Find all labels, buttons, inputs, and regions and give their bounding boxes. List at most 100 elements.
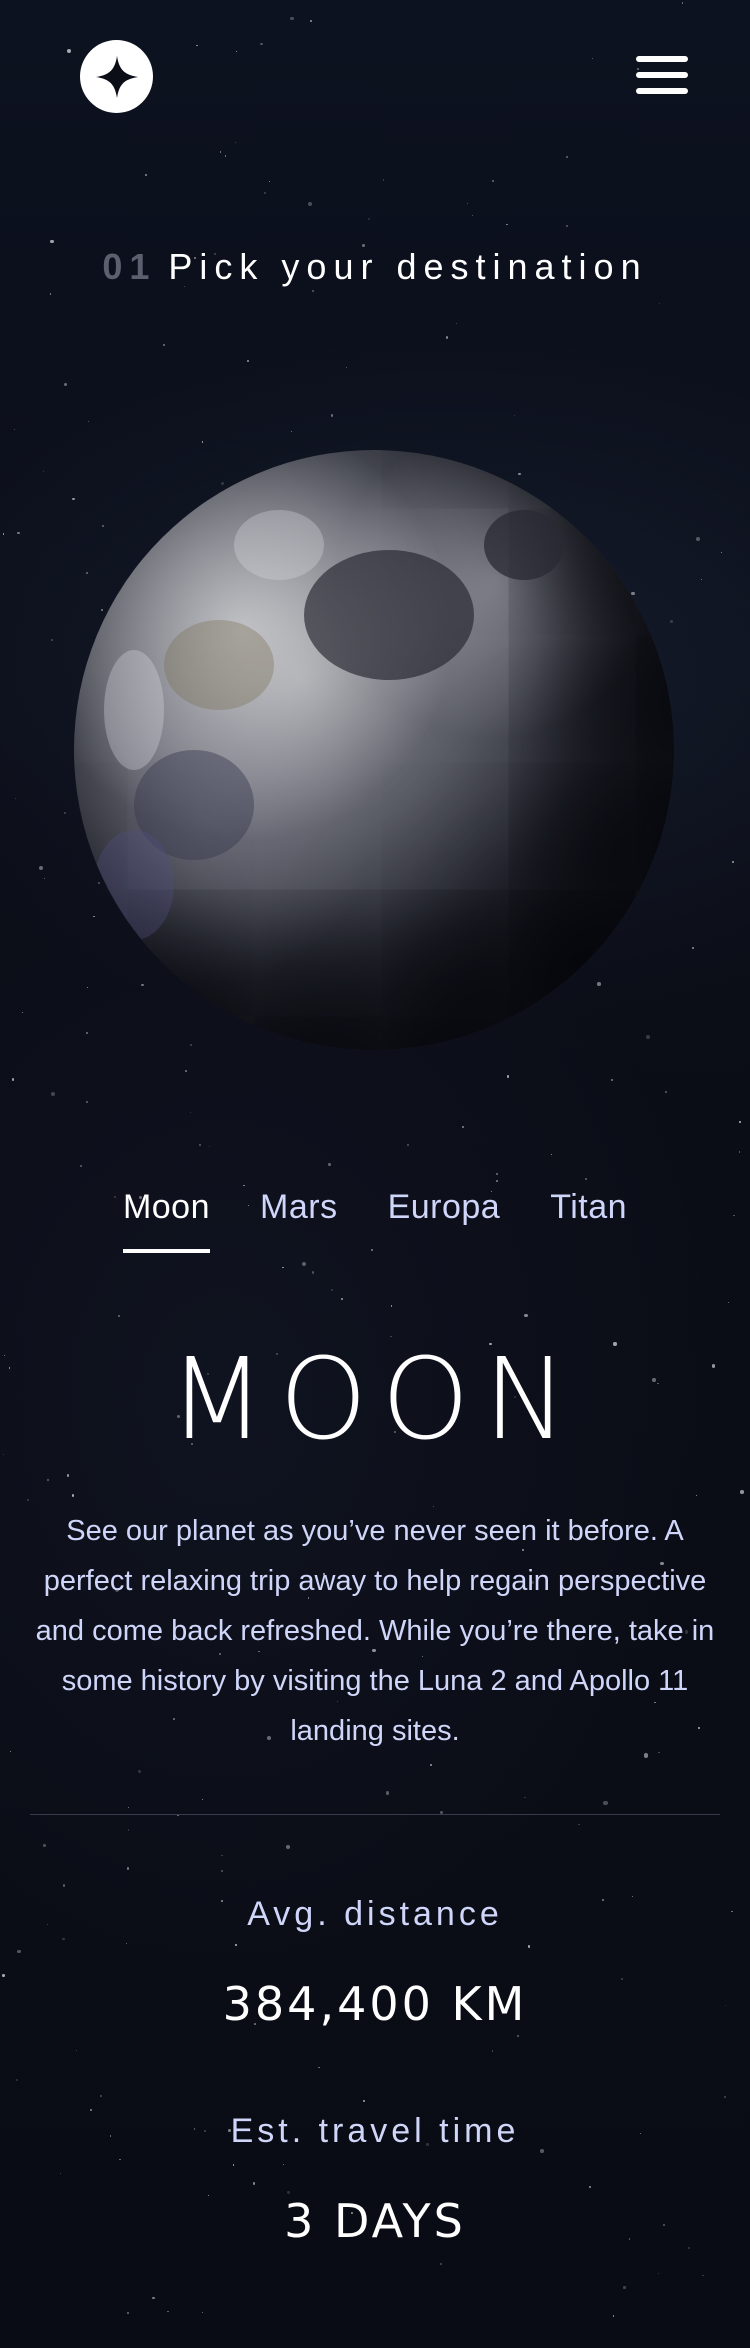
star-dot bbox=[506, 223, 508, 226]
star-dot bbox=[302, 1261, 307, 1266]
star-dot bbox=[327, 1163, 331, 1167]
star-dot bbox=[62, 1884, 65, 1887]
star-dot bbox=[724, 2096, 727, 2099]
star-dot bbox=[9, 1751, 11, 1753]
star-dot bbox=[152, 2296, 155, 2300]
star-dot bbox=[14, 797, 17, 799]
star-dot bbox=[681, 2, 684, 4]
star-dot bbox=[22, 1011, 24, 1013]
star-dot bbox=[190, 1043, 193, 1046]
tab-mars[interactable]: Mars bbox=[260, 1188, 338, 1253]
star-dot bbox=[185, 1069, 188, 1073]
star-dot bbox=[496, 1180, 498, 1183]
star-dot bbox=[163, 344, 166, 347]
star-dot bbox=[199, 1144, 201, 1146]
travel-time-value: 3 DAYS bbox=[284, 2194, 466, 2248]
star-dot bbox=[62, 1937, 65, 1941]
star-dot bbox=[362, 2099, 366, 2103]
star-dot bbox=[732, 861, 734, 863]
tab-moon[interactable]: Moon bbox=[122, 1188, 211, 1253]
star-dot bbox=[47, 1479, 49, 1482]
star-dot bbox=[50, 240, 54, 244]
star-dot bbox=[592, 57, 594, 59]
star-dot bbox=[86, 986, 89, 989]
distance-value: 384,400 KM bbox=[222, 1977, 528, 2031]
star-dot bbox=[550, 1154, 552, 1156]
star-dot bbox=[235, 1944, 237, 1946]
star-dot bbox=[740, 1490, 745, 1494]
star-dot bbox=[466, 202, 468, 204]
star-dot bbox=[2, 533, 5, 536]
star-dot bbox=[195, 44, 198, 47]
star-dot bbox=[282, 1266, 284, 1269]
star-dot bbox=[260, 42, 263, 46]
tab-titan[interactable]: Titan bbox=[550, 1188, 627, 1253]
star-dot bbox=[100, 2095, 102, 2098]
star-dot bbox=[657, 2272, 659, 2274]
star-dot bbox=[312, 290, 314, 292]
divider bbox=[30, 1814, 720, 1815]
star-dot bbox=[86, 1032, 89, 1035]
star-dot bbox=[290, 431, 292, 433]
star-dot bbox=[516, 2035, 520, 2038]
star-dot bbox=[85, 1100, 89, 1104]
star-dot bbox=[219, 150, 222, 153]
star-dot bbox=[311, 1271, 315, 1274]
star-dot bbox=[221, 481, 224, 485]
star-logo-icon[interactable] bbox=[80, 40, 153, 113]
section-title-text: Pick your destination bbox=[168, 246, 648, 287]
star-dot bbox=[565, 224, 569, 228]
star-dot bbox=[80, 1164, 83, 1167]
star-dot bbox=[224, 155, 226, 157]
star-dot bbox=[407, 1144, 410, 1147]
moon-image bbox=[74, 450, 674, 1050]
star-dot bbox=[234, 141, 236, 144]
star-dot bbox=[43, 1843, 47, 1847]
tab-europa[interactable]: Europa bbox=[388, 1188, 501, 1253]
section-number: 01 bbox=[102, 246, 157, 287]
star-dot bbox=[308, 202, 313, 207]
star-dot bbox=[445, 336, 448, 339]
star-dot bbox=[15, 2079, 18, 2082]
star-dot bbox=[101, 525, 104, 528]
star-dot bbox=[189, 1112, 191, 1114]
page-title: 01 Pick your destination bbox=[0, 246, 750, 288]
star-dot bbox=[59, 2172, 62, 2175]
star-dot bbox=[243, 1184, 245, 1187]
star-dot bbox=[209, 1145, 211, 1147]
star-dot bbox=[566, 156, 568, 159]
star-dot bbox=[27, 1498, 30, 1502]
star-dot bbox=[202, 1798, 204, 1800]
distance-label: Avg. distance bbox=[247, 1895, 503, 1933]
star-dot bbox=[119, 2158, 121, 2161]
star-dot bbox=[141, 983, 144, 986]
star-dot bbox=[126, 1943, 128, 1945]
star-dot bbox=[263, 191, 267, 195]
star-dot bbox=[646, 1035, 650, 1039]
star-dot bbox=[527, 1945, 530, 1948]
star-dot bbox=[440, 2263, 443, 2266]
star-dot bbox=[491, 179, 494, 182]
star-dot bbox=[496, 1172, 499, 1175]
star-dot bbox=[201, 441, 204, 443]
star-dot bbox=[51, 1091, 56, 1096]
star-dot bbox=[17, 531, 20, 535]
star-dot bbox=[330, 414, 334, 417]
star-dot bbox=[138, 1770, 141, 1773]
star-dot bbox=[578, 1823, 580, 1825]
star-dot bbox=[471, 214, 474, 217]
star-dot bbox=[127, 1867, 130, 1870]
star-dot bbox=[201, 2311, 203, 2313]
star-dot bbox=[127, 1829, 129, 1831]
star-dot bbox=[42, 470, 45, 473]
star-dot bbox=[524, 1313, 528, 1317]
star-dot bbox=[49, 293, 52, 295]
star-dot bbox=[235, 50, 238, 53]
star-dot bbox=[43, 877, 45, 879]
star-dot bbox=[127, 1806, 129, 1808]
star-dot bbox=[461, 1125, 465, 1129]
destination-name: MOON bbox=[168, 1335, 582, 1465]
hamburger-menu-icon[interactable] bbox=[636, 56, 688, 102]
star-dot bbox=[221, 1869, 224, 1872]
star-dot bbox=[597, 982, 601, 986]
